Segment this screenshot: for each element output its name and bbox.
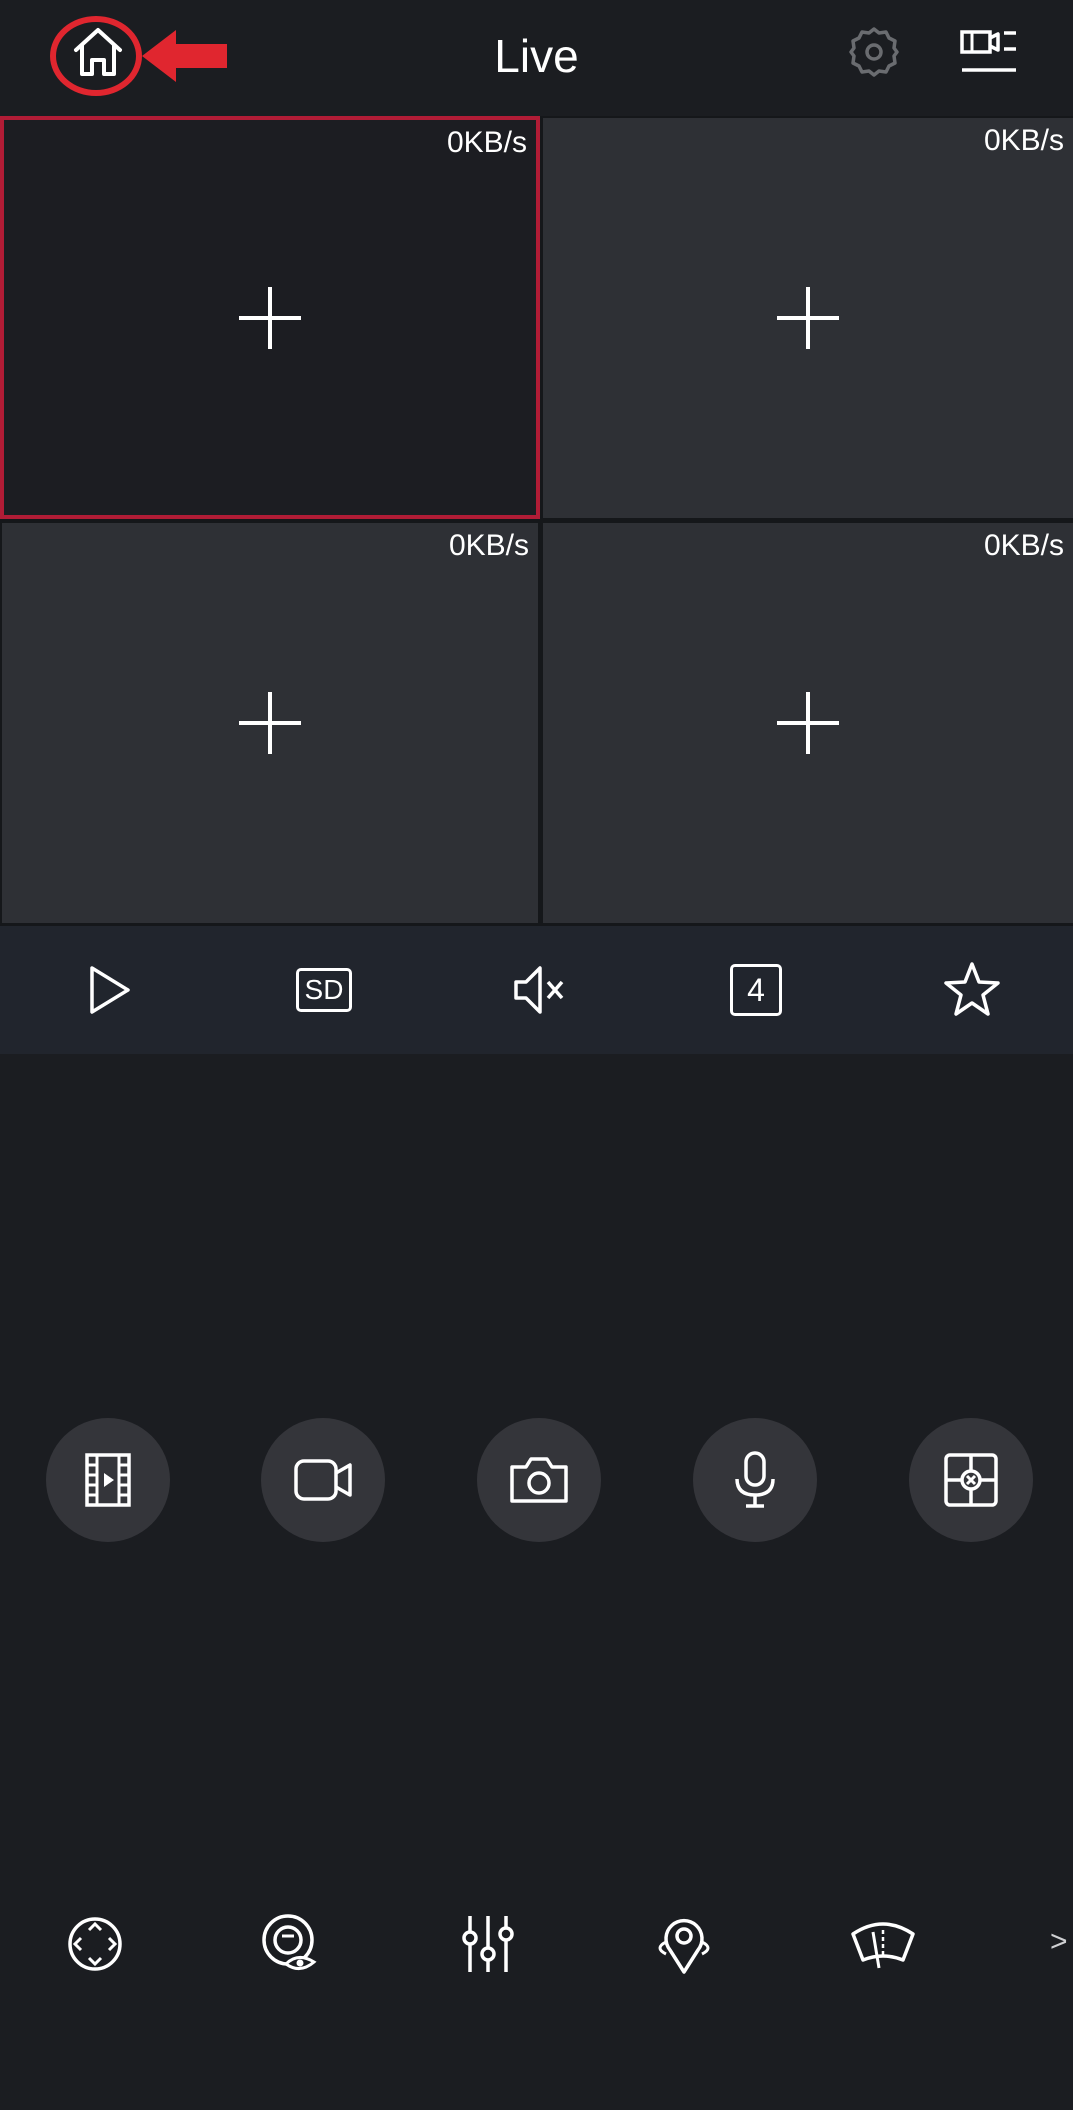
add-camera-icon[interactable]: [237, 690, 303, 756]
snapshot-button[interactable]: [477, 1418, 601, 1542]
gear-icon[interactable]: [848, 26, 900, 78]
video-grid: 0KB/s 0KB/s 0KB/s 0KB/s: [0, 116, 1073, 926]
bitrate-label: 0KB/s: [983, 529, 1064, 562]
page-title: Live: [494, 30, 579, 82]
location-icon[interactable]: [652, 1912, 716, 1976]
record-icon: [85, 1453, 131, 1507]
camera-icon: [510, 1457, 568, 1503]
device-list-icon[interactable]: [958, 26, 1020, 78]
video-cell-1[interactable]: 0KB/s: [0, 116, 540, 519]
speaker-muted-icon[interactable]: [504, 954, 576, 1026]
fisheye-button[interactable]: [909, 1418, 1033, 1542]
add-camera-icon[interactable]: [775, 690, 841, 756]
header-bar: Live: [0, 0, 1073, 116]
bitrate-label: 0KB/s: [448, 529, 529, 562]
more-tools-chevron[interactable]: >: [1050, 1922, 1068, 1962]
wiper-icon[interactable]: [851, 1912, 915, 1976]
microphone-icon: [735, 1451, 775, 1508]
video-cell-4[interactable]: 0KB/s: [543, 523, 1073, 923]
add-camera-icon[interactable]: [775, 285, 841, 351]
add-camera-icon[interactable]: [237, 285, 303, 351]
quality-button[interactable]: SD: [288, 954, 360, 1026]
play-icon[interactable]: [72, 954, 144, 1026]
video-cell-3[interactable]: 0KB/s: [2, 523, 538, 923]
bitrate-label: 0KB/s: [983, 124, 1064, 157]
sliders-icon[interactable]: [456, 1912, 520, 1976]
bitrate-label: 0KB/s: [446, 126, 527, 159]
layout-label: 4: [730, 964, 782, 1016]
target-icon: [944, 1453, 998, 1507]
video-camera-icon: [294, 1459, 352, 1501]
star-icon[interactable]: [936, 954, 1008, 1026]
record-button[interactable]: [46, 1418, 170, 1542]
quality-label: SD: [296, 968, 352, 1012]
video-record-button[interactable]: [261, 1418, 385, 1542]
video-cell-2[interactable]: 0KB/s: [543, 118, 1073, 518]
layout-button[interactable]: 4: [720, 954, 792, 1026]
ptz-direction-icon[interactable]: [63, 1912, 127, 1976]
eye-icon[interactable]: [258, 1912, 322, 1976]
talk-button[interactable]: [693, 1418, 817, 1542]
playback-toolbar: SD 4: [0, 926, 1073, 1054]
